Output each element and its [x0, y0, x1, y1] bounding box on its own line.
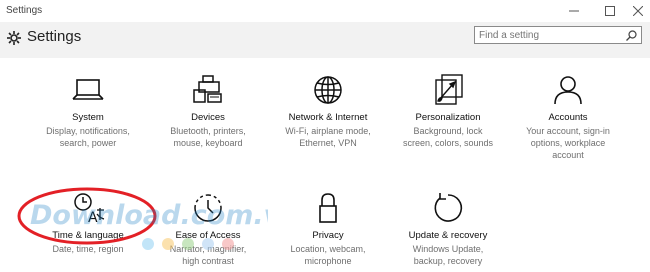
window-title: Settings — [6, 5, 43, 16]
page-title: Settings — [27, 28, 82, 45]
tile-personalization[interactable]: Personalization Background, lock screen, … — [387, 72, 509, 149]
tile-update-recovery[interactable]: Update & recovery Windows Update, backup,… — [387, 190, 509, 267]
tile-privacy[interactable]: Privacy Location, webcam, microphone — [267, 190, 389, 267]
person-icon — [554, 76, 582, 105]
maximize-button[interactable] — [596, 2, 624, 20]
maximize-icon — [605, 6, 615, 16]
gear-icon — [7, 31, 21, 45]
tile-description: Bluetooth, printers, mouse, keyboard — [170, 126, 246, 148]
search-input[interactable] — [479, 28, 619, 42]
tile-devices[interactable]: Devices Bluetooth, printers, mouse, keybo… — [147, 72, 269, 149]
title-bar: Settings — [0, 0, 650, 23]
tile-description: Display, notifications, search, power — [46, 126, 130, 148]
tile-network-internet[interactable]: Network & Internet Wi-Fi, airplane mode,… — [267, 72, 389, 149]
globe-icon — [314, 76, 342, 104]
update-icon — [434, 193, 463, 222]
tile-system[interactable]: System Display, notifications, search, po… — [27, 72, 149, 149]
tile-label: System — [72, 112, 104, 123]
tile-label: Privacy — [312, 230, 344, 241]
close-icon — [633, 6, 643, 16]
ease-of-access-icon — [194, 194, 222, 222]
close-button[interactable] — [624, 2, 650, 20]
minimize-button[interactable] — [560, 2, 588, 20]
tile-label: Ease of Access — [175, 230, 241, 241]
tile-description: Windows Update, backup, recovery — [412, 244, 484, 266]
lock-icon — [319, 193, 337, 223]
settings-header: Settings — [0, 22, 650, 58]
minimize-icon — [569, 10, 579, 12]
tile-label: Update & recovery — [408, 230, 488, 241]
laptop-icon — [72, 79, 104, 100]
search-icon[interactable] — [626, 30, 637, 41]
tile-description: Location, webcam, microphone — [290, 244, 366, 266]
tile-description: Narrator, magnifier, high contrast — [169, 244, 247, 266]
tile-label: Devices — [191, 112, 225, 123]
tile-label: Personalization — [415, 112, 481, 123]
tile-ease-of-access[interactable]: Ease of Access Narrator, magnifier, high … — [147, 190, 269, 267]
highlight-ellipse — [17, 187, 157, 245]
tile-label: Accounts — [548, 112, 588, 123]
brush-icon — [435, 74, 463, 105]
tile-description: Background, lock screen, colors, sounds — [402, 126, 494, 148]
tile-description: Wi-Fi, airplane mode, Ethernet, VPN — [285, 126, 371, 148]
tile-label: Network & Internet — [288, 112, 368, 123]
tile-accounts[interactable]: Accounts Your account, sign-in options, w… — [507, 72, 629, 161]
search-box[interactable] — [474, 26, 642, 44]
devices-icon — [193, 75, 222, 103]
tile-description: Your account, sign-in options, workplace a… — [526, 126, 610, 160]
